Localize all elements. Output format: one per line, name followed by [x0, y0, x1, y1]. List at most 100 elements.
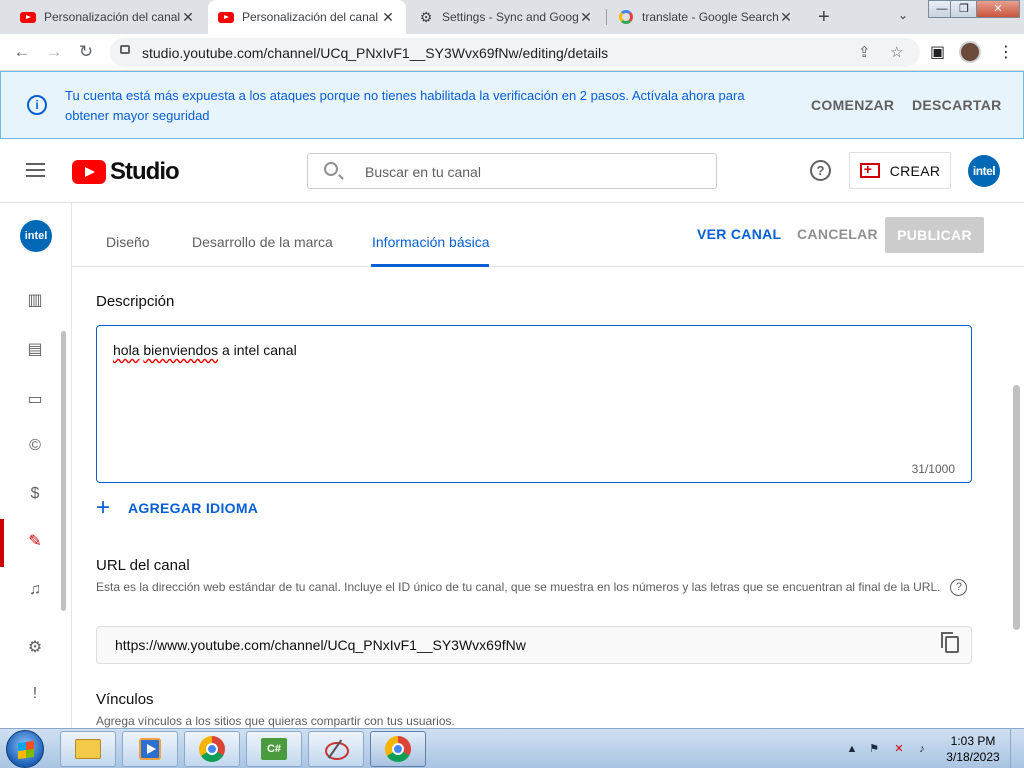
- active-nav-indicator: [0, 519, 4, 567]
- tab-title: Settings - Sync and Goog: [442, 10, 578, 24]
- clock-time: 1:03 PM: [950, 734, 996, 748]
- rail-scrollbar[interactable]: [61, 331, 66, 611]
- tab-title: translate - Google Search: [642, 10, 778, 24]
- back-arrow-icon[interactable]: ←: [10, 40, 34, 64]
- tab-layout[interactable]: Diseño: [106, 234, 150, 250]
- links-title: Vínculos: [96, 691, 154, 708]
- address-bar-url[interactable]: studio.youtube.com/channel/UCq_PNxIvF1__…: [142, 45, 608, 61]
- file-explorer-icon: [75, 739, 101, 759]
- hamburger-menu-icon[interactable]: [26, 163, 45, 177]
- youtube-studio-logo[interactable]: Studio: [72, 158, 180, 186]
- studio-header: Studio Buscar en tu canal ? CREAR intel: [0, 139, 1024, 203]
- window-close-button[interactable]: ✕: [976, 0, 1020, 18]
- security-banner: i Tu cuenta está más expuesta a los ataq…: [0, 71, 1024, 139]
- cancel-button[interactable]: CANCELAR: [797, 226, 878, 242]
- content-icon[interactable]: ▤: [24, 340, 46, 360]
- taskbar-chrome[interactable]: [184, 731, 240, 767]
- restore-button[interactable]: ❐: [950, 0, 978, 18]
- add-language-label: AGREGAR IDIOMA: [128, 500, 259, 516]
- action-center-icon[interactable]: ⚑: [867, 742, 881, 756]
- taskbar-snipping-tool[interactable]: [308, 731, 364, 767]
- lock-icon[interactable]: [120, 45, 130, 54]
- gear-icon: ⚙: [419, 8, 433, 25]
- taskbar-csharp[interactable]: C#: [246, 731, 302, 767]
- browser-tab[interactable]: ⚙ Settings - Sync and Goog ✕: [408, 0, 604, 34]
- network-icon[interactable]: ✕: [892, 742, 906, 756]
- browser-toolbar: ← → ↻ studio.youtube.com/channel/UCq_PNx…: [0, 34, 1024, 71]
- show-desktop-button[interactable]: [1010, 729, 1024, 768]
- more-menu-icon[interactable]: ⋮: [998, 42, 1014, 62]
- bookmark-star-icon[interactable]: ☆: [890, 43, 903, 61]
- close-tab-icon[interactable]: ✕: [578, 9, 594, 26]
- left-nav-rail: intel ▥ ▤ ▭ © $ ✎ ♫ ⚙ !: [0, 203, 72, 728]
- tab-title: Personalización del canal: [242, 10, 379, 24]
- media-player-icon: [139, 738, 161, 760]
- clock-date: 3/18/2023: [946, 750, 1000, 764]
- links-help: Agrega vínculos a los sitios que quieras…: [96, 714, 455, 728]
- csharp-icon: C#: [261, 738, 287, 760]
- dismiss-button[interactable]: DESCARTAR: [912, 97, 1002, 113]
- close-tab-icon[interactable]: ✕: [778, 9, 794, 26]
- chrome-profile-icon: [385, 736, 411, 762]
- channel-url-field[interactable]: https://www.youtube.com/channel/UCq_PNxI…: [96, 626, 972, 664]
- account-avatar[interactable]: intel: [968, 155, 1000, 187]
- system-clock[interactable]: 1:03 PM 3/18/2023: [941, 733, 1005, 765]
- create-video-icon: [859, 161, 880, 178]
- tab-branding[interactable]: Desarrollo de la marca: [192, 234, 333, 250]
- content-scrollbar[interactable]: [1013, 385, 1020, 630]
- volume-icon[interactable]: ♪: [915, 742, 929, 756]
- help-circle-icon[interactable]: ?: [950, 579, 968, 597]
- monetization-icon[interactable]: $: [24, 484, 46, 504]
- side-panel-icon[interactable]: ▣: [930, 42, 945, 62]
- taskbar-media-player[interactable]: [122, 731, 178, 767]
- character-counter: 31/1000: [911, 462, 955, 476]
- create-button[interactable]: CREAR: [849, 152, 951, 189]
- browser-tab-strip: Personalización del canal ✕ Personalizac…: [0, 0, 1024, 34]
- description-textarea[interactable]: hola bienviendos a intel canal 31/1000: [96, 325, 972, 483]
- help-icon[interactable]: ?: [810, 160, 831, 181]
- reload-icon[interactable]: ↻: [74, 40, 98, 64]
- publish-button[interactable]: PUBLICAR: [885, 217, 984, 253]
- youtube-icon: [218, 9, 234, 25]
- channel-search-input[interactable]: Buscar en tu canal: [307, 153, 717, 189]
- tray-expand-icon[interactable]: ▲: [845, 742, 859, 756]
- share-icon[interactable]: ⇪: [858, 43, 871, 61]
- copy-icon[interactable]: [941, 632, 959, 653]
- audio-library-icon[interactable]: ♫: [24, 580, 46, 600]
- add-language-button[interactable]: + AGREGAR IDIOMA: [96, 494, 259, 521]
- channel-url-value[interactable]: https://www.youtube.com/channel/UCq_PNxI…: [115, 637, 526, 653]
- channel-avatar[interactable]: intel: [20, 220, 52, 252]
- snipping-tool-icon: [323, 738, 349, 760]
- tab-basic-info[interactable]: Información básica: [372, 234, 490, 250]
- taskbar-chrome-active[interactable]: [370, 731, 426, 767]
- start-button[interactable]: [6, 730, 44, 768]
- profile-avatar[interactable]: [959, 41, 981, 63]
- feedback-icon[interactable]: !: [24, 684, 46, 704]
- copyright-icon[interactable]: ©: [24, 436, 46, 456]
- basic-info-panel: Descripción hola bienviendos a intel can…: [72, 267, 1024, 728]
- close-tab-icon[interactable]: ✕: [180, 9, 196, 26]
- search-placeholder: Buscar en tu canal: [365, 164, 481, 180]
- tab-title: Personalización del canal: [44, 10, 180, 24]
- taskbar-file-explorer[interactable]: [60, 731, 116, 767]
- browser-tab-active[interactable]: Personalización del canal ✕: [208, 0, 406, 34]
- view-channel-button[interactable]: VER CANAL: [697, 226, 781, 242]
- tab-search-chevron-icon[interactable]: ⌄: [898, 8, 908, 22]
- description-value[interactable]: hola bienviendos a intel canal: [113, 342, 297, 358]
- settings-icon[interactable]: ⚙: [24, 638, 46, 658]
- address-bar[interactable]: studio.youtube.com/channel/UCq_PNxIvF1__…: [110, 38, 920, 67]
- plus-icon: +: [96, 494, 111, 521]
- start-button[interactable]: COMENZAR: [811, 97, 894, 113]
- forward-arrow-icon[interactable]: →: [42, 40, 66, 64]
- subtitles-icon[interactable]: ▭: [24, 390, 46, 410]
- browser-tab[interactable]: Personalización del canal ✕: [10, 0, 206, 34]
- browser-tab[interactable]: translate - Google Search ✕: [608, 0, 804, 34]
- search-icon: [324, 162, 338, 176]
- logo-text: Studio: [110, 158, 180, 185]
- new-tab-button[interactable]: +: [818, 6, 830, 29]
- customization-icon[interactable]: ✎: [24, 532, 46, 552]
- youtube-logo-icon: [72, 160, 106, 184]
- banner-message: Tu cuenta está más expuesta a los ataque…: [65, 88, 745, 123]
- close-tab-icon[interactable]: ✕: [380, 9, 396, 26]
- analytics-icon[interactable]: ▥: [24, 291, 46, 311]
